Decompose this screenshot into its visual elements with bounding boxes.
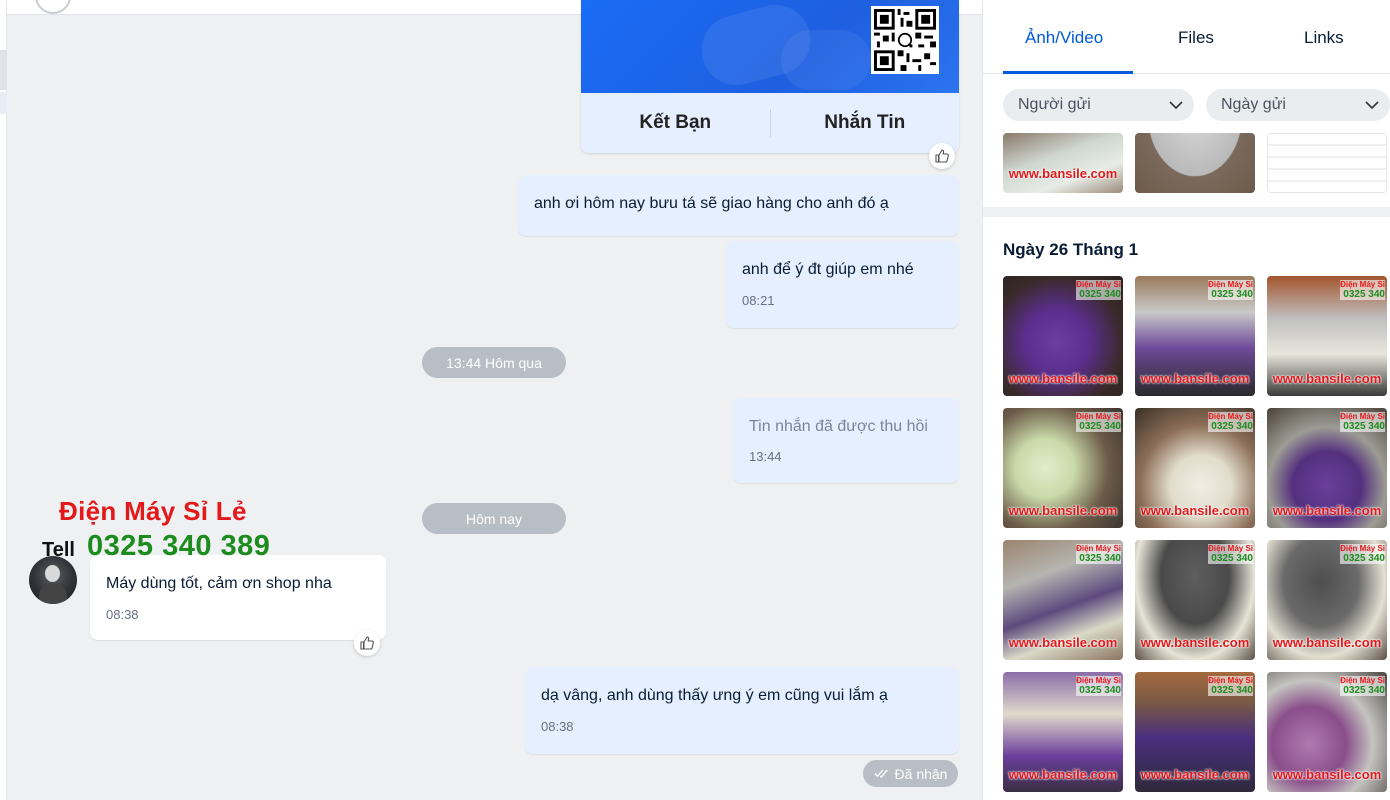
message-text: anh để ý đt giúp em nhé — [742, 261, 914, 278]
thumbnail-tag-phone: 0325 340 — [1076, 686, 1121, 696]
delivery-status-badge: Đã nhận — [863, 760, 958, 787]
thumbnail-tag-phone: 0325 340 — [1208, 554, 1253, 564]
thumbnail-watermark: www.bansile.com — [1272, 635, 1382, 650]
message-text: Tin nhắn đã được thu hồi — [749, 418, 928, 435]
media-thumbnail[interactable]: Điện Máy Sỉ 0325 340 www.bansile.com — [1135, 408, 1255, 528]
media-thumbnail[interactable]: Điện Máy Sỉ 0325 340 www.bansile.com — [1267, 276, 1387, 396]
message-time: 13:44 — [749, 449, 782, 464]
thumbnail-tag-phone: 0325 340 — [1076, 290, 1121, 300]
thumbnail-watermark: www.bansile.com — [1008, 503, 1118, 518]
thumbnail-tag-phone: 0325 340 — [1340, 290, 1385, 300]
sender-filter-label: Người gửi — [1018, 96, 1091, 113]
shop-watermark: Điện Máy Sỉ Lẻ Tell 0325 340 389 — [37, 496, 297, 568]
reaction-like-icon[interactable] — [354, 630, 380, 656]
thumbnail-watermark: www.bansile.com — [1140, 635, 1250, 650]
thumbnail-watermark: www.bansile.com — [1008, 635, 1118, 650]
thumbs-up-icon — [360, 636, 374, 650]
thumbnail-watermark: www.bansile.com — [1008, 166, 1118, 181]
thumbnail-watermark: www.bansile.com — [1140, 767, 1250, 782]
message-bubble-recalled[interactable]: Tin nhắn đã được thu hồi 13:44 — [733, 398, 959, 483]
thumbnail-tag-phone: 0325 340 — [1076, 422, 1121, 432]
contact-card-banner — [581, 0, 959, 94]
contact-card: Kết Bạn Nhắn Tin — [581, 0, 959, 153]
message-bubble-outgoing[interactable]: anh ơi hôm nay bưu tá sẽ giao hàng cho a… — [518, 175, 959, 236]
media-tabs: Ảnh/Video Files Links — [983, 0, 1390, 74]
reaction-like-icon[interactable] — [929, 143, 955, 169]
media-thumbnail[interactable]: Điện Máy Sỉ 0325 340 www.bansile.com — [1135, 276, 1255, 396]
double-check-icon — [873, 769, 888, 779]
thumbs-up-icon — [935, 149, 949, 163]
thumbnail-watermark: www.bansile.com — [1008, 767, 1118, 782]
delivery-status-text: Đã nhận — [894, 765, 948, 782]
media-thumbnail[interactable]: Điện Máy Sỉ 0325 340 www.bansile.com — [1267, 672, 1387, 792]
media-filters: Người gửi Ngày gửi — [1003, 89, 1390, 121]
panel-scrollbar[interactable] — [1383, 0, 1390, 800]
media-thumbnail[interactable] — [1135, 133, 1255, 193]
chevron-down-icon — [1365, 101, 1379, 110]
media-thumbnail[interactable]: www.bansile.com — [1003, 133, 1123, 193]
thumbnail-tag-phone: 0325 340 — [1208, 290, 1253, 300]
qr-code-icon — [871, 6, 939, 74]
media-thumbnail[interactable]: Điện Máy Sỉ 0325 340 www.bansile.com — [1003, 540, 1123, 660]
media-thumbnail[interactable]: Điện Máy Sỉ 0325 340 www.bansile.com — [1135, 540, 1255, 660]
chat-area: Kết Bạn Nhắn Tin anh ơi hôm nay bưu tá s… — [7, 0, 982, 800]
thumbnail-tag-phone: 0325 340 — [1340, 422, 1385, 432]
sender-filter-dropdown[interactable]: Người gửi — [1003, 89, 1194, 121]
thumbnail-tag-phone: 0325 340 — [1208, 422, 1253, 432]
chat-scrollbar[interactable] — [972, 15, 982, 800]
date-separator: Hôm nay — [422, 503, 566, 534]
qr-code-graphic — [874, 9, 936, 71]
media-thumbnail[interactable]: Điện Máy Sỉ 0325 340 www.bansile.com — [1003, 276, 1123, 396]
media-thumbnail-document[interactable] — [1267, 133, 1387, 193]
thumbnail-watermark: www.bansile.com — [1272, 767, 1382, 782]
date-filter-label: Ngày gửi — [1221, 96, 1286, 113]
message-time: 08:21 — [742, 293, 775, 308]
add-friend-button[interactable]: Kết Bạn — [581, 112, 770, 134]
thumbnail-watermark: www.bansile.com — [1272, 371, 1382, 386]
message-text: dạ vâng, anh dùng thấy ưng ý em cũng vui… — [541, 687, 888, 704]
date-filter-dropdown[interactable]: Ngày gửi — [1206, 89, 1390, 121]
media-thumbnail[interactable]: Điện Máy Sỉ 0325 340 www.bansile.com — [1003, 672, 1123, 792]
watermark-phone: 0325 340 389 — [87, 530, 271, 562]
watermark-shop-name: Điện Máy Sỉ Lẻ — [59, 496, 247, 526]
panel-section-separator — [983, 207, 1390, 217]
watermark-tell-label: Tell — [42, 539, 75, 561]
header-avatar[interactable] — [35, 0, 71, 14]
thumbnail-watermark: www.bansile.com — [1140, 371, 1250, 386]
date-separator: 13:44 Hôm qua — [422, 347, 566, 378]
media-thumbnail[interactable]: Điện Máy Sỉ 0325 340 www.bansile.com — [1267, 408, 1387, 528]
thumbnail-watermark: www.bansile.com — [1140, 503, 1250, 518]
tab-files[interactable]: Files — [1178, 28, 1214, 48]
message-text: anh ơi hôm nay bưu tá sẽ giao hàng cho a… — [534, 195, 889, 212]
media-date-group: Ngày 26 Tháng 1 — [1003, 240, 1139, 259]
message-time: 08:38 — [106, 607, 139, 622]
thumbnail-tag-phone: 0325 340 — [1340, 686, 1385, 696]
left-strip-item[interactable] — [0, 92, 7, 114]
media-panel: Ảnh/Video Files Links Người gửi Ngày gửi… — [982, 0, 1390, 800]
active-tab-indicator — [1003, 71, 1133, 74]
message-bubble-outgoing[interactable]: dạ vâng, anh dùng thấy ưng ý em cũng vui… — [525, 667, 959, 754]
thumbnail-watermark: www.bansile.com — [1008, 371, 1118, 386]
chevron-down-icon — [1169, 101, 1183, 110]
thumbnail-tag-phone: 0325 340 — [1340, 554, 1385, 564]
contact-card-actions: Kết Bạn Nhắn Tin — [581, 93, 959, 153]
tab-photos-videos[interactable]: Ảnh/Video — [1025, 28, 1103, 48]
media-thumbnail[interactable]: Điện Máy Sỉ 0325 340 www.bansile.com — [1267, 540, 1387, 660]
left-strip-selected[interactable] — [0, 50, 7, 90]
thumbnail-watermark: www.bansile.com — [1272, 503, 1382, 518]
message-time: 08:38 — [541, 719, 574, 734]
tab-links[interactable]: Links — [1304, 28, 1344, 48]
message-text: Máy dùng tốt, cảm ơn shop nha — [106, 575, 332, 592]
thumbnail-tag-phone: 0325 340 — [1076, 554, 1121, 564]
media-thumbnail[interactable]: Điện Máy Sỉ 0325 340 www.bansile.com — [1135, 672, 1255, 792]
left-strip — [0, 0, 7, 800]
thumbnail-tag-phone: 0325 340 — [1208, 686, 1253, 696]
media-thumbnail[interactable]: Điện Máy Sỉ 0325 340 www.bansile.com — [1003, 408, 1123, 528]
send-message-button[interactable]: Nhắn Tin — [771, 112, 960, 134]
message-bubble-outgoing[interactable]: anh để ý đt giúp em nhé 08:21 — [726, 241, 959, 328]
